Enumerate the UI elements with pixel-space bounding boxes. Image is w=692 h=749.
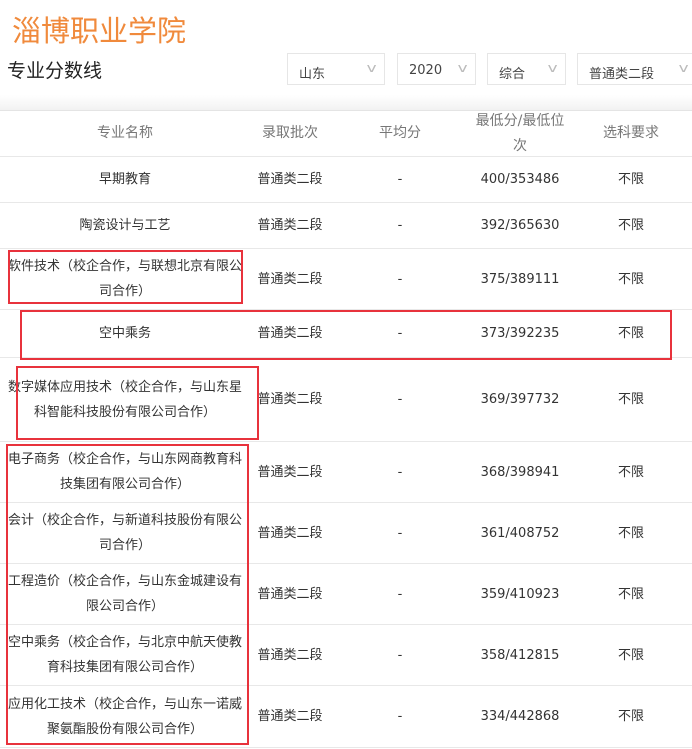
major-name: 空中乘务（校企合作，与北京中航天使教育科技集团有限公司合作） [7, 635, 242, 675]
table-row: 空中乘务 普通类二段 - 373/392235 不限 [0, 310, 692, 358]
table-row: 工程造价（校企合作，与山东金城建设有限公司合作） 普通类二段 - 359/410923… [0, 564, 692, 625]
year-value: 2020 [409, 63, 443, 78]
table-row: 会计（校企合作，与新道科技股份有限公司合作） 普通类二段 - 361/408752 不限 [0, 503, 692, 564]
col-batch: 录取批次 [262, 125, 318, 141]
table-row: 空中乘务（校企合作，与北京中航天使教育科技集团有限公司合作） 普通类二段 - 358/… [0, 625, 692, 686]
avg-score: - [397, 218, 403, 233]
avg-score: - [397, 392, 403, 407]
major-name: 电子商务（校企合作，与山东网商教育科技集团有限公司合作） [7, 452, 242, 492]
min-score-rank: 369/397732 [480, 392, 560, 407]
subject-requirement: 不限 [617, 172, 644, 187]
chevron-down-icon: v [678, 61, 689, 75]
col-name: 专业名称 [97, 125, 153, 141]
min-score-rank: 373/392235 [480, 326, 560, 341]
min-score-rank: 358/412815 [480, 647, 560, 663]
table-row: 早期教育 普通类二段 - 400/353486 不限 [0, 157, 692, 203]
major-name: 数字媒体应用技术（校企合作，与山东星科智能科技股份有限公司合作） [7, 379, 242, 420]
col-avg: 平均分 [379, 125, 421, 141]
table-row: 电子商务（校企合作，与山东网商教育科技集团有限公司合作） 普通类二段 - 368/39… [0, 442, 692, 503]
batch: 普通类二段 [257, 525, 323, 541]
major-name: 工程造价（校企合作，与山东金城建设有限公司合作） [7, 574, 242, 614]
avg-score: - [397, 709, 403, 724]
subject-requirement: 不限 [617, 464, 644, 480]
subject-requirement: 不限 [617, 271, 644, 287]
min-score-rank: 334/442868 [480, 709, 560, 724]
divider [0, 95, 692, 111]
avg-score: - [397, 647, 403, 663]
chevron-down-icon: v [457, 61, 468, 75]
batch: 普通类二段 [257, 172, 323, 187]
subject-requirement: 不限 [617, 647, 644, 663]
avg-score: - [397, 326, 403, 341]
major-name: 早期教育 [98, 172, 151, 187]
min-score-rank: 361/408752 [480, 525, 560, 541]
batch: 普通类二段 [257, 464, 323, 480]
subject-requirement: 不限 [617, 218, 644, 233]
subject-select[interactable]: 综合 v [487, 53, 566, 85]
major-name: 空中乘务 [98, 326, 151, 341]
batch: 普通类二段 [257, 709, 323, 724]
year-select[interactable]: 2020 v [397, 53, 476, 85]
subject-requirement: 不限 [617, 709, 644, 724]
batch: 普通类二段 [257, 392, 323, 407]
major-name: 陶瓷设计与工艺 [79, 218, 171, 233]
min-score-rank: 375/389111 [480, 271, 560, 287]
avg-score: - [397, 172, 403, 187]
school-title: 淄博职业学院 [12, 14, 187, 48]
table-row: 软件技术（校企合作，与联想北京有限公司合作） 普通类二段 - 375/389111 不限 [0, 249, 692, 310]
batch-value: 普通类二段 [589, 67, 655, 82]
batch: 普通类二段 [257, 647, 323, 663]
table-row: 数字媒体应用技术（校企合作，与山东星科智能科技股份有限公司合作） 普通类二段 - 36… [0, 358, 692, 442]
subject-requirement: 不限 [617, 392, 644, 407]
avg-score: - [397, 271, 403, 287]
chevron-down-icon: v [366, 61, 377, 75]
batch: 普通类二段 [257, 586, 323, 602]
min-score-rank: 359/410923 [480, 586, 560, 602]
batch: 普通类二段 [257, 326, 323, 341]
score-table: 专业名称 录取批次 平均分 最低分/最低位次 选科要求 早期教育 普通类二段 -40… [0, 111, 692, 748]
subject-value: 综合 [499, 67, 526, 82]
avg-score: - [397, 586, 403, 602]
col-req: 选科要求 [603, 125, 659, 141]
batch: 普通类二段 [257, 218, 323, 233]
subject-requirement: 不限 [617, 586, 644, 602]
subject-requirement: 不限 [617, 326, 644, 341]
min-score-rank: 368/398941 [480, 464, 560, 480]
avg-score: - [397, 464, 403, 480]
batch: 普通类二段 [257, 271, 323, 287]
avg-score: - [397, 525, 403, 541]
chevron-down-icon: v [547, 61, 558, 75]
min-score-rank: 400/353486 [480, 172, 560, 187]
table-header: 专业名称 录取批次 平均分 最低分/最低位次 选科要求 [0, 111, 692, 157]
major-name: 会计（校企合作，与新道科技股份有限公司合作） [7, 513, 242, 553]
table-row: 应用化工技术（校企合作，与山东一诺威聚氨酯股份有限公司合作） 普通类二段 - 334/… [0, 686, 692, 748]
province-select[interactable]: 山东 v [287, 53, 385, 85]
table-row: 陶瓷设计与工艺 普通类二段 - 392/365630 不限 [0, 203, 692, 249]
province-value: 山东 [299, 67, 326, 82]
min-score-rank: 392/365630 [480, 218, 560, 233]
major-name: 软件技术（校企合作，与联想北京有限公司合作） [7, 259, 242, 299]
section-title: 专业分数线 [7, 60, 103, 82]
major-name: 应用化工技术（校企合作，与山东一诺威聚氨酯股份有限公司合作） [7, 696, 242, 737]
subject-requirement: 不限 [617, 525, 644, 541]
col-min: 最低分/最低位次 [475, 112, 565, 154]
batch-select[interactable]: 普通类二段 v [577, 53, 692, 85]
